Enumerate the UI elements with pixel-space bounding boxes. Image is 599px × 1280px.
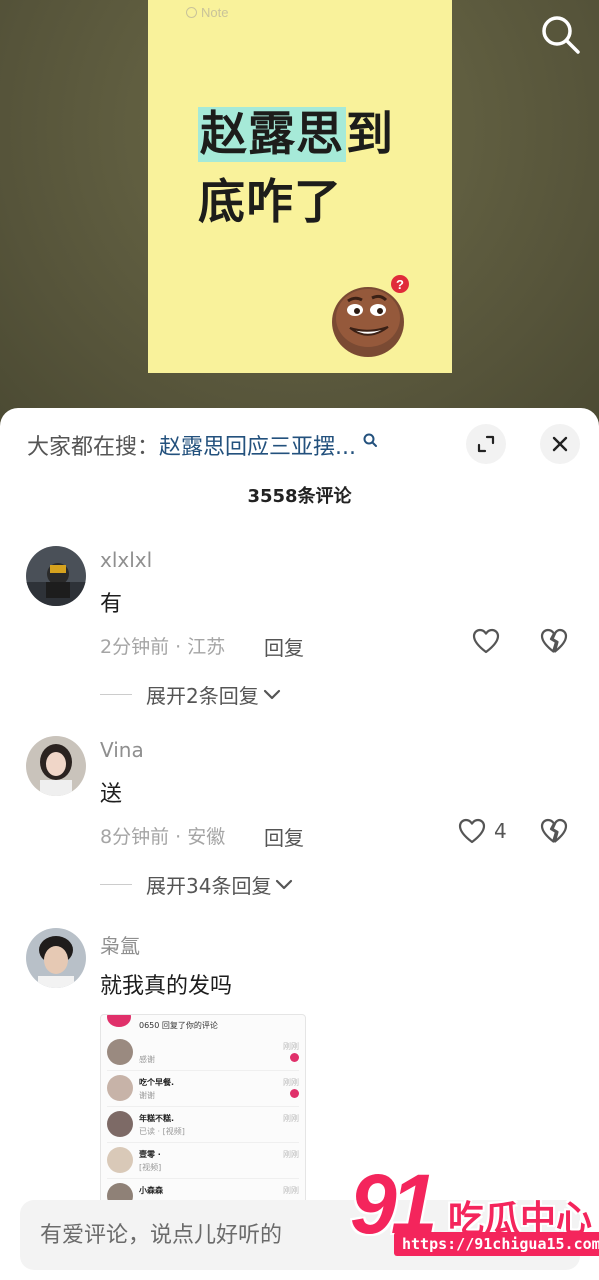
search-icon[interactable] (538, 12, 582, 56)
expand-replies-label: 展开34条回复 (146, 874, 272, 898)
note-title-rest: 到 (346, 107, 394, 162)
attachment-row-name: 小森森 (139, 1186, 163, 1195)
attachment-row-time: 刚刚 (283, 1186, 299, 1195)
expand-replies-button[interactable]: 展开34条回复 (100, 870, 293, 899)
trending-prefix: 大家都在搜： (27, 435, 160, 460)
avatar (107, 1075, 133, 1101)
divider (100, 884, 132, 885)
note-brand-icon (186, 7, 197, 18)
avatar (107, 1147, 133, 1173)
attachment-row-sub: [视频] (139, 1163, 162, 1172)
like-button[interactable]: 4 (458, 818, 507, 844)
video-background[interactable]: Note 赵露思到 底咋了 ? (0, 0, 599, 430)
comment-username[interactable]: Vina (100, 738, 144, 762)
close-icon (552, 436, 568, 452)
comment-text: 有 (100, 592, 123, 617)
comment-count: 3558条评论 (247, 486, 352, 507)
note-title-line-2: 底咋了 (198, 175, 342, 230)
thinking-emoji-icon: ? (332, 275, 409, 357)
attachment-row: 壹零 · [视频] 刚刚 (107, 1143, 299, 1179)
expand-replies-button[interactable]: 展开2条回复 (100, 680, 281, 709)
attachment-row: 感谢 刚刚 (107, 1035, 299, 1071)
heart-icon (472, 628, 500, 654)
expand-icon (477, 435, 495, 453)
like-button[interactable] (472, 628, 508, 654)
unread-badge (290, 1053, 299, 1062)
comment-time-location: 8分钟前 · 安徽 (100, 826, 226, 848)
attachment-row-name: 壹零 · (139, 1150, 161, 1159)
comment-image-attachment[interactable]: 0650 回复了你的评论 感谢 刚刚 吃个早餐. 谢谢 刚刚 年糕不糕. 已读 … (100, 1014, 306, 1209)
reply-button[interactable]: 回复 (264, 822, 304, 851)
comment-username[interactable]: 枭氲 (100, 930, 140, 959)
trending-search-bar[interactable]: 大家都在搜： 赵露思回应三亚摆... (27, 430, 378, 460)
search-icon (363, 433, 377, 447)
comment-sheet: 大家都在搜： 赵露思回应三亚摆... 3558条评论 xlxlxl 有 2分钟前 (0, 408, 599, 1280)
avatar[interactable] (26, 736, 86, 796)
like-count: 4 (494, 819, 507, 843)
attachment-row: 年糕不糕. 已读 · [视频] 刚刚 (107, 1107, 299, 1143)
avatar[interactable] (26, 546, 86, 606)
attachment-row-time: 刚刚 (283, 1114, 299, 1123)
watermark-logo: 91 吃瓜中心 https://91chigua15.com (350, 1157, 599, 1262)
attachment-header-text: 0650 回复了你的评论 (139, 1021, 218, 1030)
expand-sheet-button[interactable] (466, 424, 506, 464)
attachment-row-time: 刚刚 (283, 1042, 299, 1051)
chevron-down-icon (263, 689, 280, 699)
watermark-url: https://91chigua15.com (394, 1232, 599, 1256)
attachment-row-name: 年糕不糕. (139, 1114, 175, 1123)
reply-button[interactable]: 回复 (264, 632, 304, 661)
close-button[interactable] (540, 424, 580, 464)
attachment-row-name: 吃个早餐. (139, 1078, 175, 1087)
comment-time-location: 2分钟前 · 江苏 (100, 636, 226, 658)
comment-input[interactable] (40, 1200, 370, 1270)
note-title-highlight: 赵露思 (198, 107, 346, 162)
comment-username[interactable]: xlxlxl (100, 548, 152, 572)
comment-text: 就我真的发吗 (100, 974, 233, 999)
attachment-row-sub: 谢谢 (139, 1091, 155, 1100)
unread-badge (290, 1089, 299, 1098)
note-brand: Note (186, 5, 228, 20)
avatar (107, 1111, 133, 1137)
divider (100, 694, 132, 695)
attachment-row-time: 刚刚 (283, 1078, 299, 1087)
attachment-row-sub: 已读 · [视频] (139, 1127, 185, 1136)
avatar (107, 1039, 133, 1065)
chevron-down-icon (276, 879, 293, 889)
trending-query-link[interactable]: 赵露思回应三亚摆... (159, 429, 356, 461)
attachment-row: 吃个早餐. 谢谢 刚刚 (107, 1071, 299, 1107)
avatar[interactable] (26, 928, 86, 988)
note-title-line-1: 赵露思到 (198, 95, 394, 164)
attachment-row-time: 刚刚 (283, 1150, 299, 1159)
attachment-row-sub: 感谢 (139, 1055, 155, 1064)
svg-text:?: ? (396, 277, 404, 292)
broken-heart-icon[interactable] (540, 628, 568, 654)
expand-replies-label: 展开2条回复 (146, 684, 259, 708)
broken-heart-icon[interactable] (540, 818, 568, 844)
note-brand-label: Note (201, 5, 229, 20)
attachment-header: 0650 回复了你的评论 (107, 1015, 299, 1035)
app-logo-icon (107, 1015, 131, 1027)
heart-icon (458, 818, 486, 844)
note-card: Note 赵露思到 底咋了 ? (148, 0, 452, 373)
comment-text: 送 (100, 782, 123, 807)
